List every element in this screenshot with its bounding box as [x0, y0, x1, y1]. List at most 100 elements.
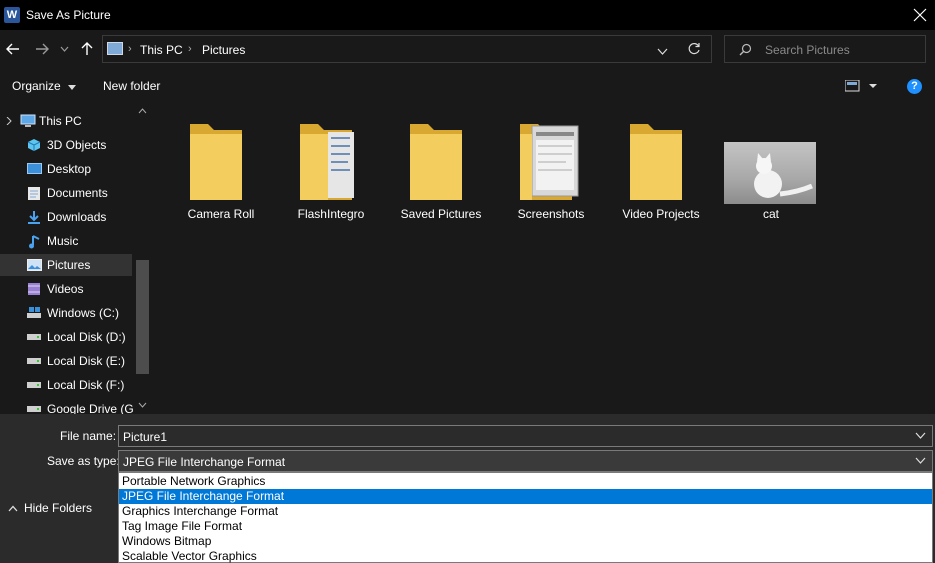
breadcrumb-this-pc[interactable]: This PC	[140, 43, 183, 57]
sidebar-item-label: Documents	[47, 186, 108, 200]
sidebar-item-windows-c[interactable]: Windows (C:)	[0, 302, 132, 324]
option-svg[interactable]: Scalable Vector Graphics	[119, 549, 932, 563]
pictures-location-icon	[107, 42, 123, 55]
scroll-up-icon[interactable]	[137, 106, 148, 117]
item-label: cat	[762, 207, 779, 221]
sidebar-item-this-pc[interactable]: This PC	[0, 110, 132, 132]
desktop-icon	[26, 161, 42, 177]
folder-icon	[630, 124, 682, 200]
sidebar-item-local-disk-f[interactable]: Local Disk (F:)	[0, 374, 132, 396]
music-icon	[26, 233, 42, 249]
item-label: Saved Pictures	[400, 207, 482, 221]
save-type-value: JPEG File Interchange Format	[123, 455, 286, 469]
chevron-right-icon: ›	[188, 43, 192, 55]
file-name-input[interactable]: Picture1	[118, 425, 933, 447]
chevron-down-icon[interactable]	[657, 45, 668, 59]
scroll-down-icon[interactable]	[137, 400, 148, 411]
save-type-select[interactable]: JPEG File Interchange Format	[118, 450, 933, 472]
image-thumbnail	[724, 142, 816, 204]
help-icon[interactable]: ?	[907, 79, 922, 94]
folder-saved-pictures[interactable]: Saved Pictures	[386, 120, 496, 230]
sidebar-scrollbar[interactable]	[133, 102, 152, 414]
folder-icon	[190, 124, 242, 200]
arrow-right-icon[interactable]	[33, 40, 51, 58]
search-icon	[739, 43, 752, 59]
option-gif[interactable]: Graphics Interchange Format	[119, 504, 932, 519]
item-label: Camera Roll	[187, 207, 255, 221]
view-icon[interactable]	[844, 79, 881, 95]
image-cat[interactable]: cat	[716, 120, 826, 230]
search-input[interactable]: Search Pictures	[765, 43, 850, 57]
close-icon[interactable]	[909, 4, 931, 26]
hide-folders-label: Hide Folders	[24, 501, 93, 515]
sidebar-item-downloads[interactable]: Downloads	[0, 206, 132, 228]
new-folder-button[interactable]: New folder	[103, 79, 160, 93]
folder-icon	[520, 124, 579, 200]
folder-video-projects[interactable]: Video Projects	[606, 120, 716, 230]
word-icon: W	[4, 7, 20, 23]
arrow-up-icon[interactable]	[78, 40, 96, 58]
sidebar-item-label: Downloads	[47, 210, 107, 224]
sidebar-item-pictures[interactable]: Pictures	[0, 254, 132, 276]
option-png[interactable]: Portable Network Graphics	[119, 474, 932, 489]
sidebar-item-local-disk-d[interactable]: Local Disk (D:)	[0, 326, 132, 348]
sidebar-item-videos[interactable]: Videos	[0, 278, 132, 300]
cube-icon	[26, 137, 42, 153]
option-jpeg[interactable]: JPEG File Interchange Format	[119, 489, 932, 504]
sidebar-item-music[interactable]: Music	[0, 230, 132, 252]
sidebar-item-label: This PC	[39, 114, 82, 128]
chevron-right-icon: ›	[128, 43, 132, 55]
file-name-label: File name:	[60, 429, 117, 443]
sidebar-item-documents[interactable]: Documents	[0, 182, 132, 204]
drive-icon	[26, 401, 42, 414]
toolbar: Organize New folder ?	[0, 70, 935, 102]
scrollbar-thumb[interactable]	[136, 260, 149, 374]
folder-screenshots[interactable]: Screenshots	[496, 120, 606, 230]
refresh-icon[interactable]	[688, 42, 701, 58]
navigation-pane: This PC 3D Objects Desktop Documents Dow…	[0, 102, 152, 414]
folder-camera-roll[interactable]: Camera Roll	[166, 120, 276, 230]
sidebar-item-3d-objects[interactable]: 3D Objects	[0, 134, 132, 156]
drive-icon	[26, 353, 42, 369]
save-type-dropdown: Portable Network Graphics JPEG File Inte…	[118, 472, 933, 563]
breadcrumb-pictures[interactable]: Pictures	[202, 43, 245, 57]
videos-icon	[26, 281, 42, 297]
item-label: Screenshots	[517, 207, 585, 221]
sidebar-item-label: Desktop	[47, 162, 92, 176]
chevron-down-icon[interactable]	[915, 430, 926, 441]
sidebar-item-label: Windows (C:)	[47, 306, 120, 320]
organize-button[interactable]: Organize	[12, 79, 77, 93]
item-label: FlashIntegro	[297, 207, 365, 221]
sidebar-item-label: Local Disk (D:)	[47, 330, 126, 344]
address-bar[interactable]: › This PC › Pictures	[102, 35, 712, 63]
file-list: Camera Roll FlashIntegro Saved Pictures …	[152, 102, 935, 414]
sidebar-item-label: 3D Objects	[47, 138, 107, 152]
drive-icon	[26, 377, 42, 393]
chevron-down-icon[interactable]	[58, 40, 70, 58]
option-tiff[interactable]: Tag Image File Format	[119, 519, 932, 534]
chevron-down-icon[interactable]	[915, 455, 926, 466]
sidebar-item-label: Local Disk (E:)	[47, 354, 126, 368]
hide-folders-button[interactable]: Hide Folders	[8, 500, 92, 516]
sidebar-item-label: Google Drive (G:	[47, 402, 138, 414]
sidebar-item-label: Music	[47, 234, 79, 248]
title-bar: W Save As Picture	[0, 0, 935, 30]
sidebar-item-label: Pictures	[47, 258, 91, 272]
search-box[interactable]: Search Pictures	[724, 35, 926, 63]
chevron-right-icon	[6, 117, 12, 125]
chevron-up-icon	[8, 505, 18, 511]
pictures-icon	[26, 257, 42, 273]
sidebar-item-label: Local Disk (F:)	[47, 378, 125, 392]
drive-icon	[26, 329, 42, 345]
organize-label: Organize	[12, 79, 61, 93]
option-bmp[interactable]: Windows Bitmap	[119, 534, 932, 549]
documents-icon	[26, 185, 42, 201]
folder-flashintegro[interactable]: FlashIntegro	[276, 120, 386, 230]
drive-icon	[26, 305, 42, 321]
save-type-label: Save as type:	[47, 454, 120, 468]
sidebar-item-google-drive[interactable]: Google Drive (G:	[0, 398, 137, 414]
arrow-left-icon[interactable]	[4, 40, 22, 58]
sidebar-item-local-disk-e[interactable]: Local Disk (E:)	[0, 350, 132, 372]
sidebar-item-desktop[interactable]: Desktop	[0, 158, 132, 180]
folder-icon	[300, 124, 354, 200]
